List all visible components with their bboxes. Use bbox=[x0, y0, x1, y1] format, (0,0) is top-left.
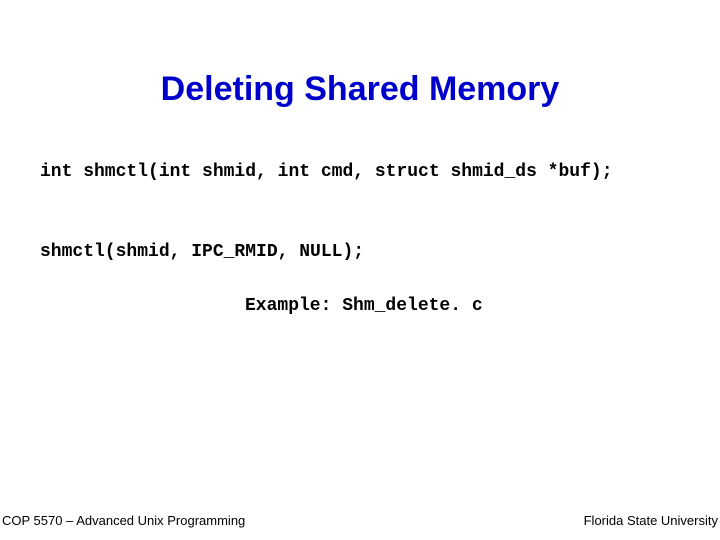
slide: Deleting Shared Memory int shmctl(int sh… bbox=[0, 0, 720, 540]
slide-title: Deleting Shared Memory bbox=[0, 70, 720, 109]
footer-right: Florida State University bbox=[584, 513, 718, 528]
code-call: shmctl(shmid, IPC_RMID, NULL); bbox=[40, 242, 364, 262]
example-line: Example: Shm_delete. c bbox=[245, 296, 483, 316]
code-signature: int shmctl(int shmid, int cmd, struct sh… bbox=[40, 162, 613, 182]
footer-left: COP 5570 – Advanced Unix Programming bbox=[2, 513, 245, 528]
